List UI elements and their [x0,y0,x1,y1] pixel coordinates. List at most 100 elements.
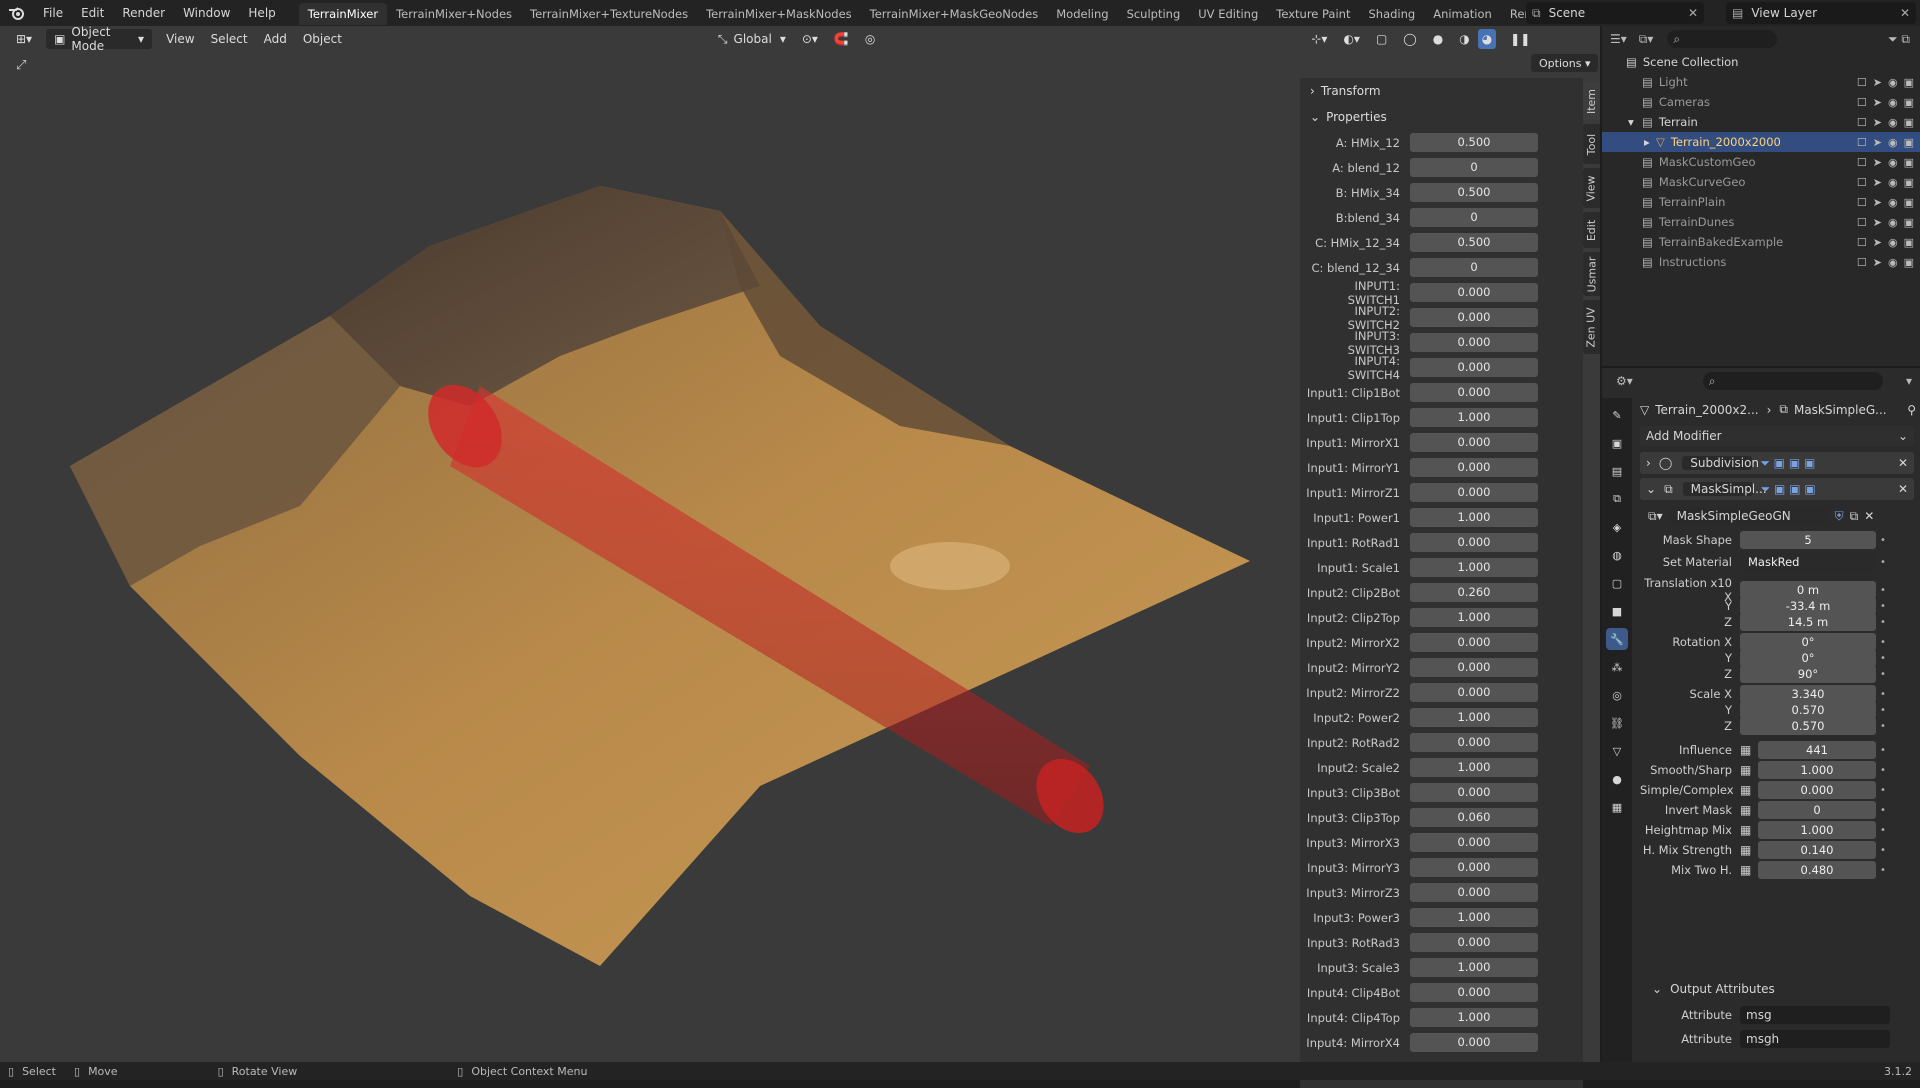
outliner-item[interactable]: ▤ TerrainDunes ☐ ➤ ◉ ▣ [1602,212,1920,232]
proportional-edit-icon[interactable]: ◎ [857,29,883,49]
transform-header[interactable]: › Transform [1300,78,1583,104]
orientation-selector[interactable]: ⤡ Global ▾ [710,29,794,49]
properties-editor-icon[interactable]: ⚙▾ [1616,374,1633,388]
keyframe-dot-icon[interactable]: • [1876,845,1890,856]
tab-edit[interactable]: Edit [1583,212,1600,248]
tab-usmar[interactable]: Usmar [1583,252,1600,296]
property-value-field[interactable]: 0.000 [1410,333,1538,352]
xray-icon[interactable]: ▢ [1368,29,1395,49]
property-value-field[interactable]: 1.000 [1410,558,1538,577]
duplicate-icon[interactable]: ⧉ [1850,509,1859,524]
wireframe-shading-icon[interactable]: ◯ [1395,29,1424,49]
input-value-field[interactable]: 0 [1758,801,1876,819]
socket-toggle-icon[interactable]: ▦ [1740,843,1754,857]
modifier-masksimple[interactable]: ⌄ ⧉ MaskSimpl... ⏷ ▣ ▣ ▣ ✕ [1640,478,1914,500]
property-value-field[interactable]: 0 [1410,258,1538,277]
modifier-subdivision[interactable]: › ◯ Subdivision ⏷ ▣ ▣ ▣ ✕ [1640,452,1914,474]
viewport-menu-select[interactable]: Select [203,29,256,49]
property-value-field[interactable]: 1.000 [1410,408,1538,427]
modifier-visibility-icons[interactable]: ⏷ ▣ ▣ ▣ [1761,482,1816,497]
modifier-visibility-icons[interactable]: ⏷ ▣ ▣ ▣ [1760,456,1815,471]
checkbox-icon[interactable]: ☐ [1857,156,1867,169]
eye-icon[interactable]: ◉ [1888,216,1898,229]
eye-icon[interactable]: ◉ [1888,156,1898,169]
pin-icon[interactable]: ⚲ [1907,403,1916,417]
input-value-field[interactable]: 14.5 m [1740,613,1876,631]
socket-toggle-icon[interactable]: ▦ [1740,863,1754,877]
tool-icon[interactable]: ✎ [1606,404,1628,426]
expand-icon[interactable]: ▾ [1628,115,1634,129]
outliner-item[interactable]: ▤ Cameras ☐ ➤ ◉ ▣ [1602,92,1920,112]
select-icon[interactable]: ➤ [1873,196,1882,209]
select-icon[interactable]: ➤ [1873,116,1882,129]
properties-header[interactable]: ⌄ Properties [1300,104,1583,130]
keyframe-dot-icon[interactable]: • [1876,689,1890,700]
close-icon[interactable]: ✕ [1900,6,1910,20]
property-value-field[interactable]: 1.000 [1410,758,1538,777]
menu-item-render[interactable]: Render [113,0,174,26]
node-group-name[interactable]: MaskSimpleGeoGN [1668,507,1829,525]
keyframe-dot-icon[interactable]: • [1876,765,1890,776]
checkbox-icon[interactable]: ☐ [1857,96,1867,109]
eye-icon[interactable]: ◉ [1888,96,1898,109]
tab-workspace[interactable]: TerrainMixer+TextureNodes [521,3,697,25]
view-layer-selector[interactable]: ▤ View Layer ✕ [1726,2,1916,24]
select-icon[interactable]: ➤ [1873,176,1882,189]
property-value-field[interactable]: 0.000 [1410,783,1538,802]
keyframe-dot-icon[interactable]: • [1876,535,1890,546]
checkbox-icon[interactable]: ☐ [1857,176,1867,189]
modifier-icon[interactable]: 🔧 [1606,628,1628,650]
tab-workspace[interactable]: TerrainMixer+Nodes [387,3,521,25]
camera-icon[interactable]: ▣ [1904,76,1914,89]
property-value-field[interactable]: 1.000 [1410,508,1538,527]
keyframe-dot-icon[interactable]: • [1876,601,1890,612]
keyframe-dot-icon[interactable]: • [1876,785,1890,796]
property-value-field[interactable]: 0.000 [1410,533,1538,552]
property-value-field[interactable]: 1.000 [1410,608,1538,627]
material-selector[interactable]: MaskRed [1740,553,1876,571]
keyframe-dot-icon[interactable]: • [1876,637,1890,648]
property-value-field[interactable]: 0.000 [1410,458,1538,477]
eye-icon[interactable]: ◉ [1888,256,1898,269]
camera-icon[interactable]: ▣ [1904,256,1914,269]
object-icon[interactable]: ■ [1606,600,1628,622]
physics-icon[interactable]: ◎ [1606,684,1628,706]
view-layer-icon[interactable]: ⧉ [1606,488,1628,510]
select-icon[interactable]: ➤ [1873,256,1882,269]
property-value-field[interactable]: 0.000 [1410,883,1538,902]
input-value-field[interactable]: 90° [1740,665,1876,683]
select-tool-icon[interactable]: ⤢ [16,58,26,73]
attribute-input[interactable]: msg [1740,1006,1890,1024]
property-value-field[interactable]: 0.500 [1410,183,1538,202]
close-icon[interactable]: ✕ [1898,482,1908,496]
property-value-field[interactable]: 1.000 [1410,708,1538,727]
outliner-item[interactable]: ▤ MaskCurveGeo ☐ ➤ ◉ ▣ [1602,172,1920,192]
keyframe-dot-icon[interactable]: • [1876,805,1890,816]
eye-icon[interactable]: ◉ [1888,176,1898,189]
menu-item-edit[interactable]: Edit [72,0,113,26]
outliner-item[interactable]: ▾ ▤ Terrain ☐ ➤ ◉ ▣ [1602,112,1920,132]
input-value-field[interactable]: 1.000 [1758,821,1876,839]
checkbox-icon[interactable]: ☐ [1857,136,1867,149]
mode-selector[interactable]: ▣ Object Mode ▾ [46,25,153,53]
eye-icon[interactable]: ◉ [1888,236,1898,249]
add-modifier-button[interactable]: Add Modifier ⌄ [1640,426,1914,446]
keyframe-dot-icon[interactable]: • [1876,585,1890,596]
scene-selector[interactable]: ⧉ Scene ✕ [1526,2,1704,24]
keyframe-dot-icon[interactable]: • [1876,653,1890,664]
property-value-field[interactable]: 1.000 [1410,958,1538,977]
menu-item-file[interactable]: File [34,0,72,26]
eye-icon[interactable]: ◉ [1888,136,1898,149]
property-value-field[interactable]: 0.000 [1410,358,1538,377]
property-value-field[interactable]: 0.000 [1410,1033,1538,1052]
options-button[interactable]: Options ▾ [1531,54,1599,72]
socket-toggle-icon[interactable]: ▦ [1740,763,1754,777]
socket-toggle-icon[interactable]: ▦ [1740,743,1754,757]
property-value-field[interactable]: 0.500 [1410,133,1538,152]
select-icon[interactable]: ➤ [1873,236,1882,249]
gizmo-icon[interactable]: ⊹▾ [1303,29,1335,49]
keyframe-dot-icon[interactable]: • [1876,669,1890,680]
material-shading-icon[interactable]: ◑ [1451,29,1477,49]
property-value-field[interactable]: 0.000 [1410,983,1538,1002]
filter-icon[interactable]: ⏷ ⧉ [1888,32,1910,47]
